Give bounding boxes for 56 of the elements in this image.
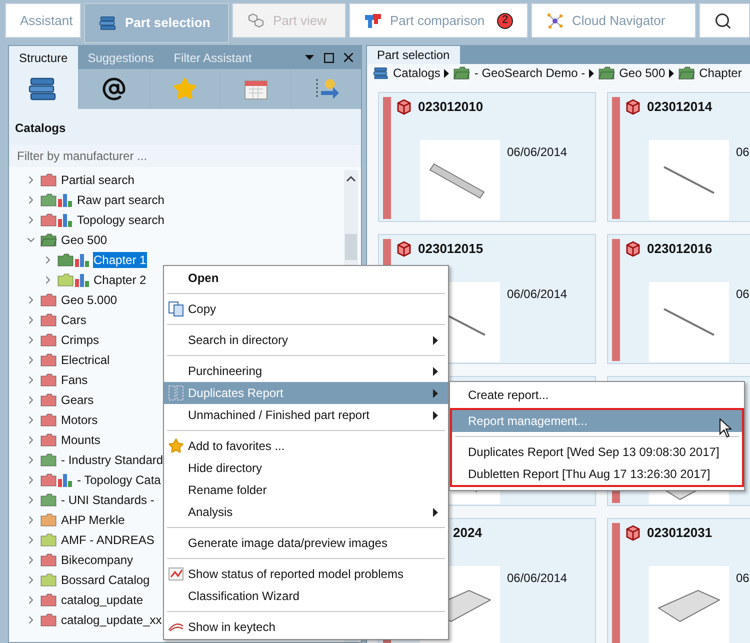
- tree-item[interactable]: Bikecompany: [60, 552, 134, 568]
- tree-item[interactable]: - Topology Cata: [76, 472, 162, 488]
- breadcrumb-item[interactable]: Geo 500: [619, 64, 666, 82]
- part-number: 2024: [453, 524, 482, 542]
- tree-item[interactable]: Cars: [60, 312, 88, 328]
- tree-item[interactable]: - UNI Standards -: [60, 492, 156, 508]
- part-card[interactable]: 023012031 06: [607, 518, 750, 643]
- tree-item[interactable]: Motors: [60, 412, 99, 428]
- part-date: 06/06/2014: [507, 570, 568, 587]
- tree-item[interactable]: catalog_update: [60, 592, 144, 608]
- part-number: 023012014: [647, 98, 712, 116]
- menu-item[interactable]: Create report...: [452, 384, 742, 406]
- tree-item[interactable]: Chapter 2: [92, 272, 148, 288]
- breadcrumb-item[interactable]: Chapter: [699, 64, 742, 82]
- part-date: 06/06/2014: [507, 144, 568, 161]
- part-date: 06: [736, 286, 750, 303]
- tree-item[interactable]: Gears: [60, 392, 95, 408]
- part-date: 06/06/2014: [507, 286, 568, 303]
- tree-item[interactable]: Topology search: [76, 212, 166, 228]
- menu-item[interactable]: Dubletten Report [Thu Aug 17 13:26:30 2017]: [452, 463, 742, 485]
- panel-tab[interactable]: Structure: [9, 46, 78, 69]
- part-number: 023012031: [647, 524, 712, 542]
- menu-item[interactable]: Add to favorites ...: [164, 435, 448, 457]
- tree-item[interactable]: Electrical: [60, 352, 111, 368]
- tree-item[interactable]: Geo 500: [60, 232, 108, 248]
- tree-item[interactable]: Chapter 1: [92, 252, 148, 268]
- panel-tab[interactable]: Part selection: [367, 46, 460, 64]
- tree-item[interactable]: Geo 5.000: [60, 292, 118, 308]
- part-number: 023012015: [418, 240, 484, 258]
- tree-item[interactable]: Partial search: [60, 172, 136, 188]
- tree-item[interactable]: AMF - ANDREAS: [60, 532, 156, 548]
- tree-item[interactable]: Raw part search: [76, 192, 166, 208]
- part-number: 023012016: [647, 240, 712, 258]
- part-date: 06: [736, 144, 750, 161]
- tree-item[interactable]: catalog_update_xx: [60, 612, 163, 628]
- part-date: 06: [736, 570, 750, 587]
- tree-item[interactable]: AHP Merkle: [60, 512, 126, 528]
- part-number: 023012010: [418, 98, 484, 116]
- part-card[interactable]: 023012010 06/06/2014: [378, 92, 596, 222]
- section-heading: Catalogs: [14, 120, 67, 137]
- menu-item[interactable]: Rename folder: [164, 479, 448, 501]
- tree-item[interactable]: - Industry Standard: [60, 452, 164, 468]
- filter-field[interactable]: Filter by manufacturer ...: [10, 145, 360, 167]
- tree-item[interactable]: Crimps: [60, 332, 100, 348]
- tree-item[interactable]: Fans: [60, 372, 89, 388]
- menu-item[interactable]: Duplicates Report [Wed Sep 13 09:08:30 2017]: [452, 441, 742, 463]
- part-card[interactable]: 023012014 06: [607, 92, 750, 222]
- menu-item[interactable]: Hide directory: [164, 457, 448, 479]
- breadcrumb-item[interactable]: - GeoSearch Demo -: [474, 64, 586, 82]
- breadcrumb-item[interactable]: Catalogs: [393, 64, 440, 82]
- menu-item[interactable]: Unmachined / Finished part report: [164, 404, 448, 426]
- tree-item[interactable]: Mounts: [60, 432, 102, 448]
- notification-badge: 2: [497, 12, 513, 28]
- part-card[interactable]: 023012016 06: [607, 234, 750, 364]
- tree-item[interactable]: Bossard Catalog: [60, 572, 151, 588]
- top-tab[interactable]: Part comparison 2: [349, 3, 528, 38]
